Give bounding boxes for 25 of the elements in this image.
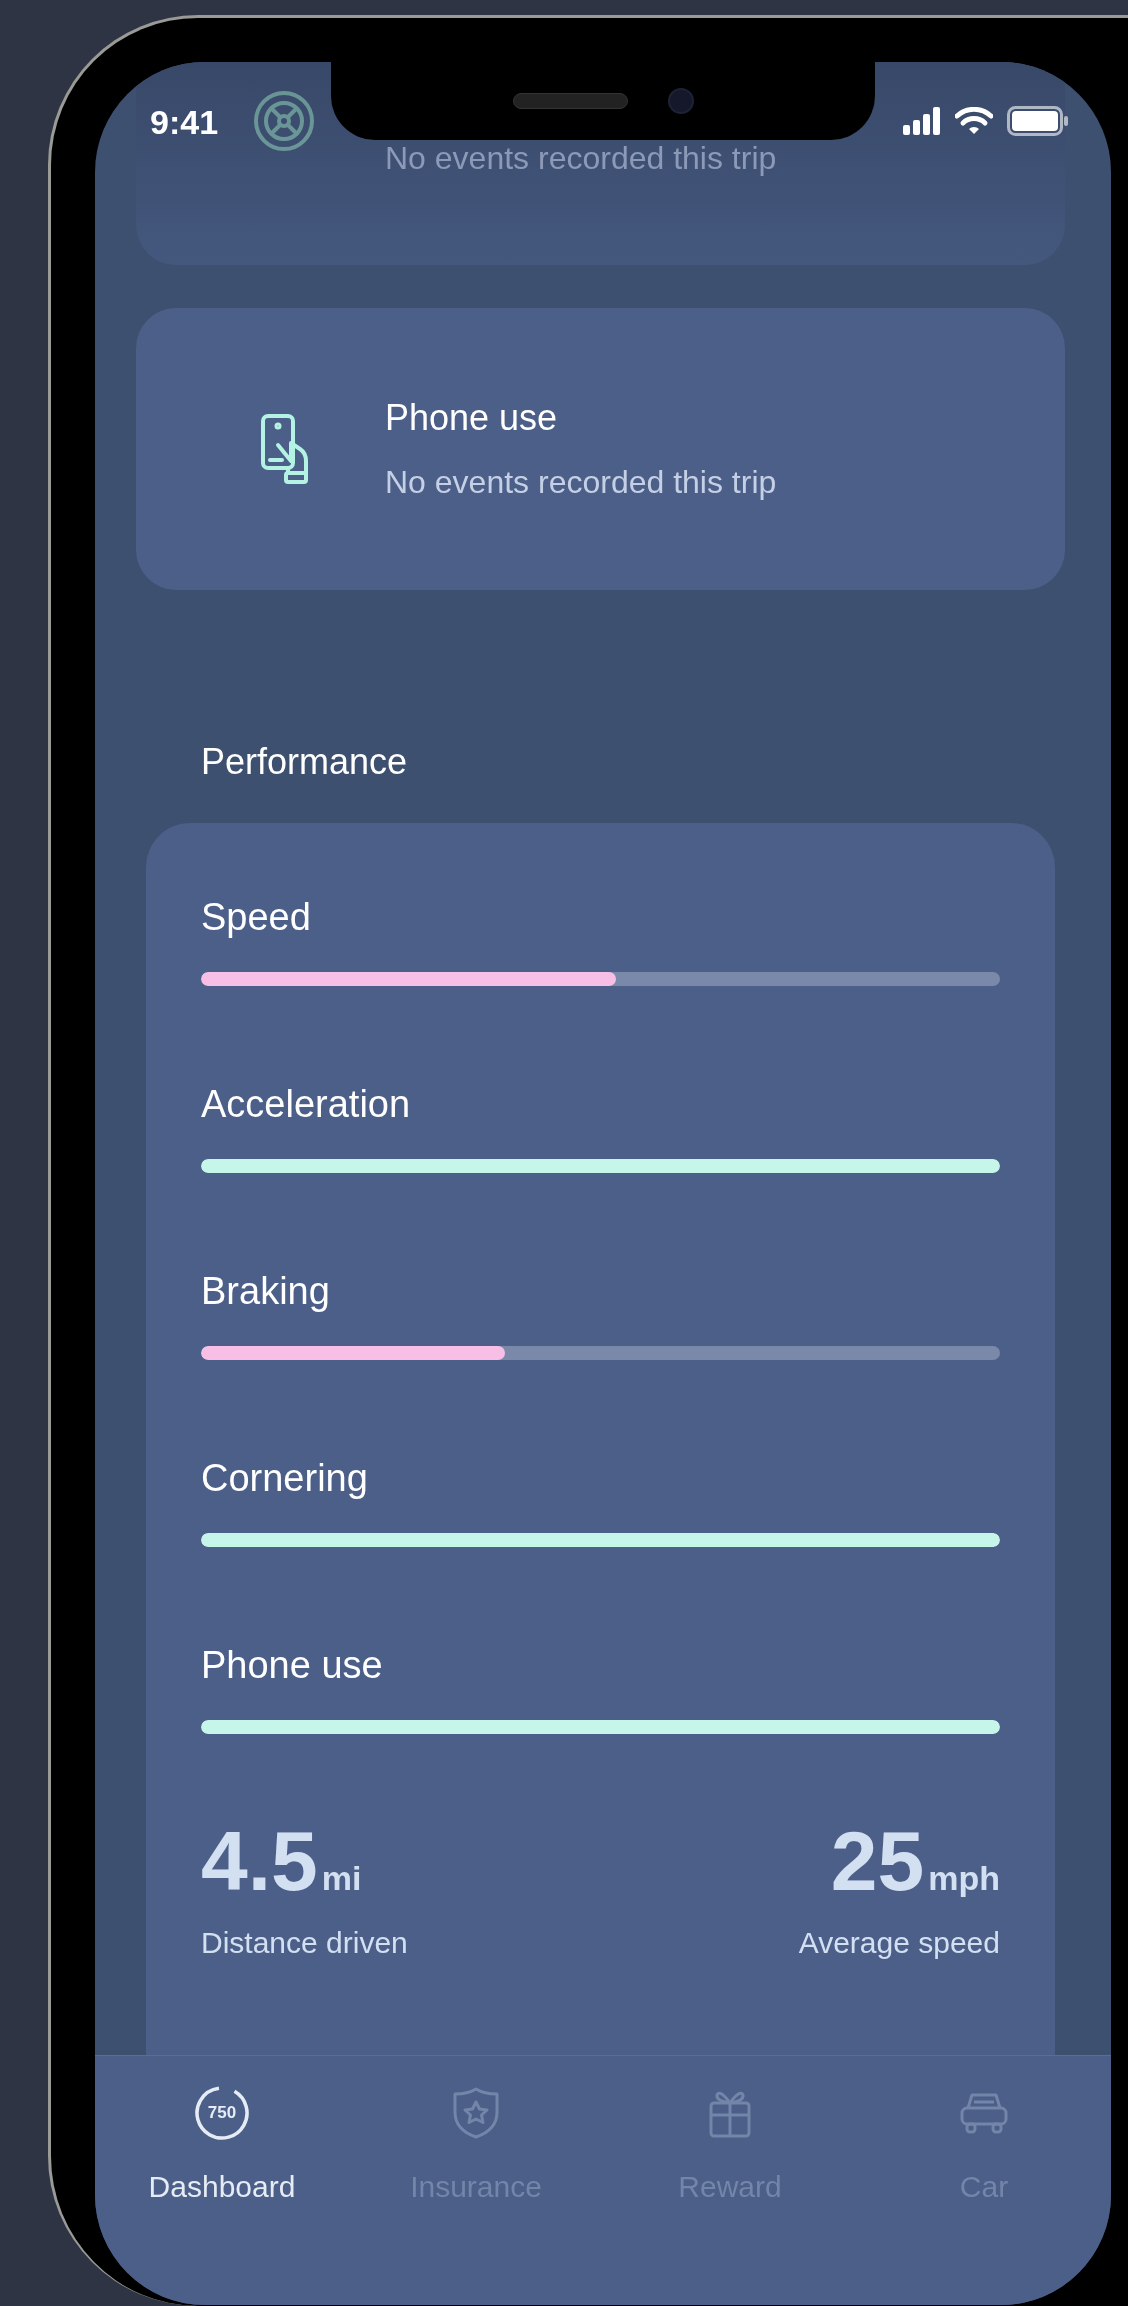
phone-in-hand-icon (260, 413, 310, 485)
camera-lens (667, 88, 694, 114)
stat-unit: mph (928, 1858, 1000, 1898)
stat-value: 4.5 (201, 1819, 318, 1903)
wifi-icon (955, 107, 993, 135)
signal-icon (903, 107, 941, 135)
steering-wheel-icon (253, 90, 315, 152)
stat-value: 25 (830, 1819, 925, 1903)
metric-label: Phone use (201, 1643, 384, 1687)
metric-label: Braking (201, 1269, 331, 1313)
metric-label: Speed (201, 895, 312, 939)
metric-label: Acceleration (201, 1082, 412, 1126)
tab-button[interactable]: 750 Dashboard (95, 2056, 349, 2305)
event-title: Phone use (385, 396, 559, 440)
event-subtitle: No events recorded this trip (385, 139, 777, 178)
metric-label: Cornering (201, 1456, 369, 1500)
event-subtitle: No events recorded this trip (385, 463, 777, 502)
stat-unit: mi (321, 1858, 362, 1898)
stat-label: Average speed (798, 1925, 1000, 1961)
score-text: 750 (207, 2103, 237, 2123)
status-time: 9:41 (150, 102, 219, 142)
score-ring-icon (194, 2085, 250, 2141)
battery-icon (1007, 106, 1069, 136)
section-heading: Performance (201, 740, 409, 784)
stat-label: Distance driven (201, 1925, 408, 1961)
